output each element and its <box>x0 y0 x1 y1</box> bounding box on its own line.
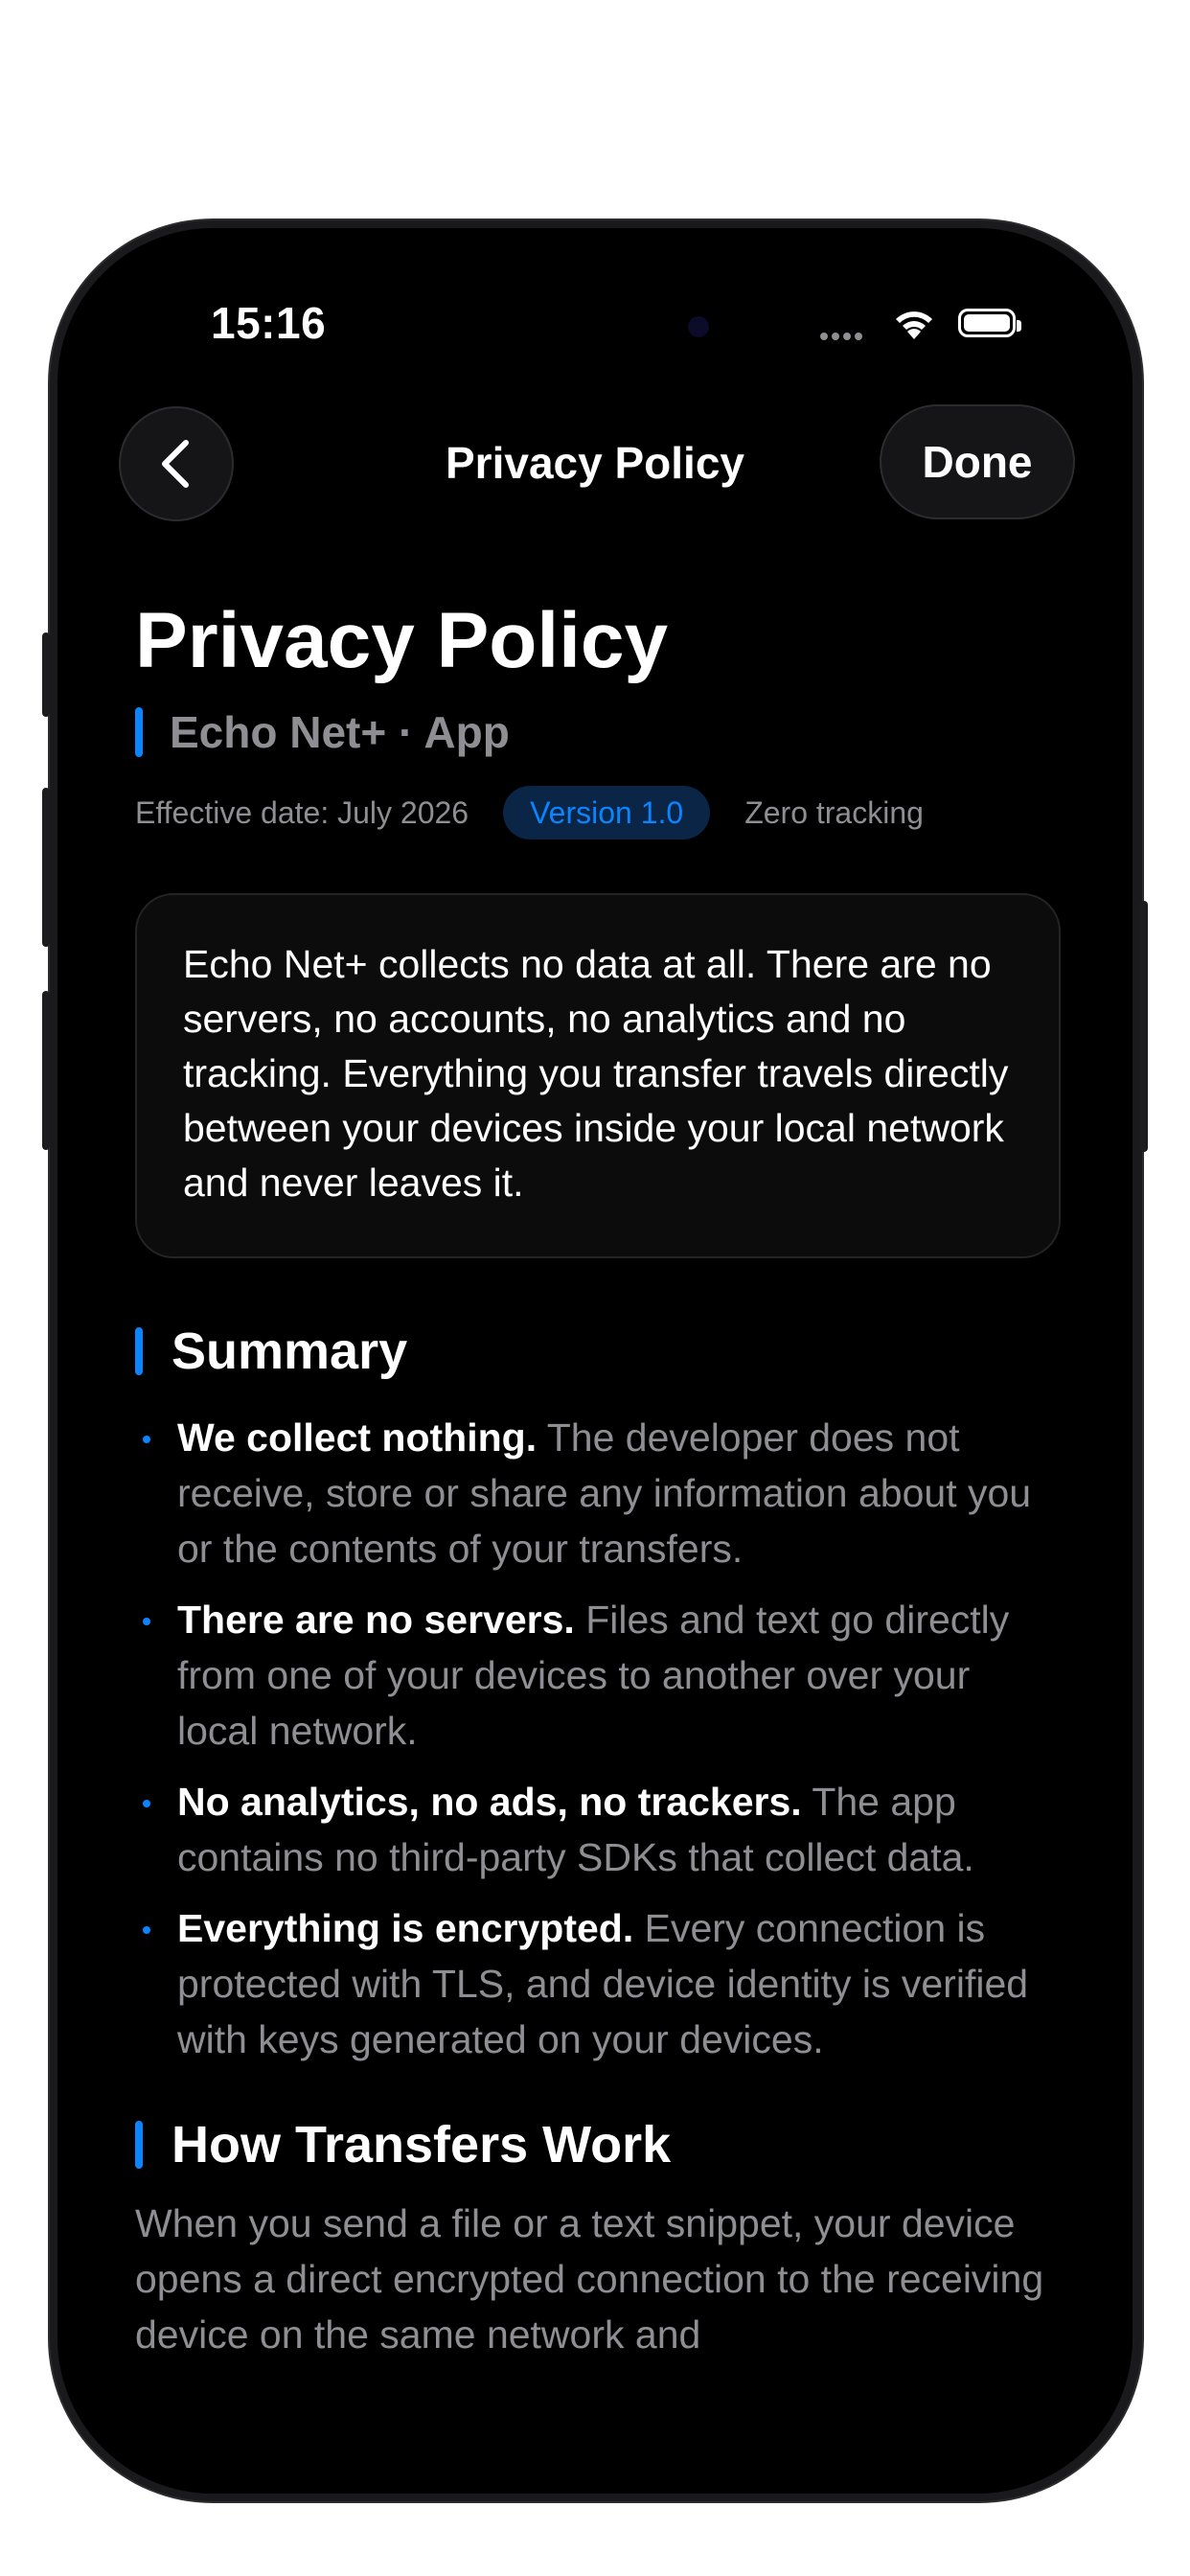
bullet-dot <box>143 1618 150 1625</box>
page-title: Privacy Policy <box>135 597 669 684</box>
accent-bar <box>135 1327 143 1375</box>
section-title: How Transfers Work <box>172 2116 672 2174</box>
volume-down-button <box>42 991 50 1150</box>
list-item: Everything is encrypted. Every connectio… <box>135 1900 1061 2067</box>
screen: 15:16 Privacy Policy Done Privacy Policy… <box>57 228 1133 2494</box>
volume-up-button <box>42 788 50 947</box>
transfers-paragraph: When you send a file or a text snippet, … <box>135 2201 1044 2357</box>
item-bold: Everything is encrypted. <box>177 1906 634 1950</box>
list-item: We collect nothing. The developer does n… <box>135 1410 1061 1576</box>
effective-date: Effective date: July 2026 <box>135 794 469 830</box>
transfers-heading: How Transfers Work <box>135 2115 1061 2174</box>
bullet-dot <box>143 1436 150 1443</box>
wifi-icon <box>891 307 937 346</box>
item-bold: We collect nothing. <box>177 1415 538 1460</box>
section-title: Summary <box>172 1322 408 1380</box>
summary-heading: Summary <box>135 1322 1061 1381</box>
tracking-note: Zero tracking <box>744 794 924 830</box>
status-time: 15:16 <box>211 298 327 348</box>
version-badge: Version 1.0 <box>503 786 711 840</box>
bullet-dot <box>143 1800 150 1807</box>
bullet-dot <box>143 1926 150 1934</box>
app-subtitle: Echo Net+ · App <box>135 707 1061 757</box>
subtitle-text: Echo Net+ · App <box>170 707 510 757</box>
front-camera <box>688 316 709 337</box>
item-bold: There are no servers. <box>177 1598 575 1642</box>
list-item: No analytics, no ads, no trackers. The a… <box>135 1774 1061 1885</box>
summary-list: We collect nothing. The developer does n… <box>135 1410 1061 2067</box>
accent-bar <box>135 2121 143 2169</box>
list-item: There are no servers. Files and text go … <box>135 1592 1061 1759</box>
status-bar: 15:16 <box>57 228 1133 348</box>
battery-icon <box>958 309 1021 337</box>
intro-card: Echo Net+ collects no data at all. There… <box>135 893 1061 1258</box>
cellular-signal-icon <box>820 328 866 345</box>
done-button[interactable]: Done <box>880 404 1075 519</box>
action-button <box>42 632 50 717</box>
item-bold: No analytics, no ads, no trackers. <box>177 1780 802 1824</box>
accent-bar <box>135 707 143 757</box>
power-button <box>1140 901 1148 1152</box>
meta-row: Effective date: July 2026 Version 1.0 Ze… <box>135 786 1061 840</box>
policy-content: Privacy Policy Echo Net+ · App Effective… <box>135 602 1061 2362</box>
